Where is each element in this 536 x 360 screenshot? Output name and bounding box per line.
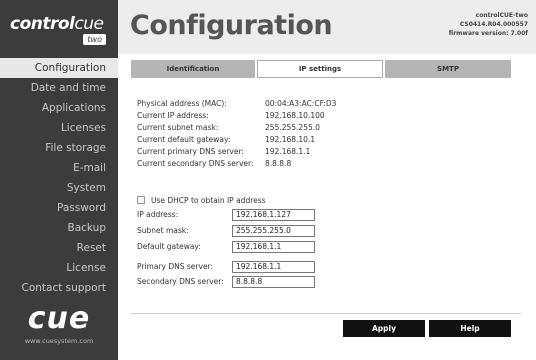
sidebar-item-password[interactable]: Password: [0, 198, 118, 218]
sidebar: controlcue two Configuration Date and ti…: [0, 0, 126, 360]
primary-dns-input[interactable]: 192.168.1.1: [232, 261, 315, 273]
info-row-dns1: Current primary DNS server: 192.168.1.1: [137, 146, 437, 158]
info-row-mac: Physical address (MAC): 00:04:A3:AC:CF:D3: [137, 98, 437, 110]
logo-two-badge: two: [83, 34, 106, 45]
sidebar-item-reset[interactable]: Reset: [0, 238, 118, 258]
sidebar-item-applications[interactable]: Applications: [0, 98, 118, 118]
page-title: Configuration: [130, 10, 333, 41]
dhcp-label: Use DHCP to obtain IP address: [151, 196, 266, 205]
current-dns2-value: 8.8.8.8: [265, 159, 292, 168]
sidebar-item-date-and-time[interactable]: Date and time: [0, 78, 118, 98]
dhcp-checkbox[interactable]: [137, 196, 145, 204]
ip-address-input[interactable]: 192.168.1.127: [232, 209, 315, 221]
logo-cue-text: cue: [74, 14, 104, 34]
page-header: Configuration controlCUE-two CS0414.R04.…: [118, 0, 536, 54]
info-row-mask: Current subnet mask: 255.255.255.0: [137, 122, 437, 134]
current-network-info: Physical address (MAC): 00:04:A3:AC:CF:D3…: [137, 98, 437, 170]
ip-address-label: IP address:: [137, 210, 179, 219]
form-row-dns1: Primary DNS server: 192.168.1.1: [137, 261, 337, 273]
secondary-dns-label: Secondary DNS server:: [137, 277, 224, 286]
apply-button[interactable]: Apply: [343, 320, 425, 337]
tab-bar: Identification IP settings SMTP: [131, 60, 521, 78]
form-row-mask: Subnet mask: 255.255.255.0: [137, 225, 337, 237]
info-row-dns2: Current secondary DNS server: 8.8.8.8: [137, 158, 437, 170]
tab-smtp[interactable]: SMTP: [385, 60, 511, 78]
default-gateway-label: Default gateway:: [137, 242, 201, 251]
secondary-dns-input[interactable]: 8.8.8.8: [232, 276, 315, 288]
form-row-dns2: Secondary DNS server: 8.8.8.8: [137, 276, 337, 288]
info-row-ip: Current IP address: 192.168.10.100: [137, 110, 437, 122]
sidebar-nav: Configuration Date and time Applications…: [0, 58, 126, 298]
sidebar-item-system[interactable]: System: [0, 178, 118, 198]
current-dns2-label: Current secondary DNS server:: [137, 159, 254, 168]
cue-logo-text: cue: [27, 301, 91, 336]
current-gateway-value: 192.168.10.1: [265, 135, 316, 144]
divider: [131, 313, 521, 314]
current-mask-value: 255.255.255.0: [265, 123, 320, 132]
primary-dns-label: Primary DNS server:: [137, 262, 214, 271]
subnet-mask-label: Subnet mask:: [137, 226, 189, 235]
current-gateway-label: Current default gateway:: [137, 135, 231, 144]
form-row-gateway: Default gateway: 192.168.1.1: [137, 241, 337, 253]
cue-logo: cue www.cuesystem.com: [0, 302, 118, 346]
logo-control-text: control: [10, 14, 75, 34]
default-gateway-input[interactable]: 192.168.1.1: [232, 241, 315, 253]
sidebar-item-license[interactable]: License: [0, 258, 118, 278]
cue-website-url: www.cuesystem.com: [24, 337, 94, 345]
dhcp-option: Use DHCP to obtain IP address: [137, 195, 266, 207]
tab-ip-settings[interactable]: IP settings: [257, 60, 383, 78]
device-info: controlCUE-two CS0414.R04.000557 firmwar…: [449, 11, 528, 38]
device-name: controlCUE-two: [475, 12, 528, 19]
sidebar-item-email[interactable]: E-mail: [0, 158, 118, 178]
form-row-ip: IP address: 192.168.1.127: [137, 209, 337, 221]
help-button[interactable]: Help: [429, 320, 511, 337]
sidebar-item-backup[interactable]: Backup: [0, 218, 118, 238]
sidebar-item-contact-support[interactable]: Contact support: [0, 278, 118, 298]
current-dns1-value: 192.168.1.1: [265, 147, 311, 156]
main-panel: Identification IP settings SMTP Physical…: [118, 54, 536, 360]
current-dns1-label: Current primary DNS server:: [137, 147, 244, 156]
current-ip-label: Current IP address:: [137, 111, 209, 120]
sidebar-item-licenses[interactable]: Licenses: [0, 118, 118, 138]
controlcue-logo: controlcue two: [4, 10, 112, 48]
sidebar-item-configuration[interactable]: Configuration: [0, 58, 126, 78]
mac-value: 00:04:A3:AC:CF:D3: [265, 99, 337, 108]
subnet-mask-input[interactable]: 255.255.255.0: [232, 225, 315, 237]
device-serial: CS0414.R04.000557: [459, 21, 528, 28]
info-row-gateway: Current default gateway: 192.168.10.1: [137, 134, 437, 146]
firmware-version: firmware version: 7.00f: [448, 30, 528, 37]
current-ip-value: 192.168.10.100: [265, 111, 325, 120]
tab-identification[interactable]: Identification: [131, 60, 255, 78]
mac-label: Physical address (MAC):: [137, 99, 227, 108]
current-mask-label: Current subnet mask:: [137, 123, 219, 132]
sidebar-item-file-storage[interactable]: File storage: [0, 138, 118, 158]
